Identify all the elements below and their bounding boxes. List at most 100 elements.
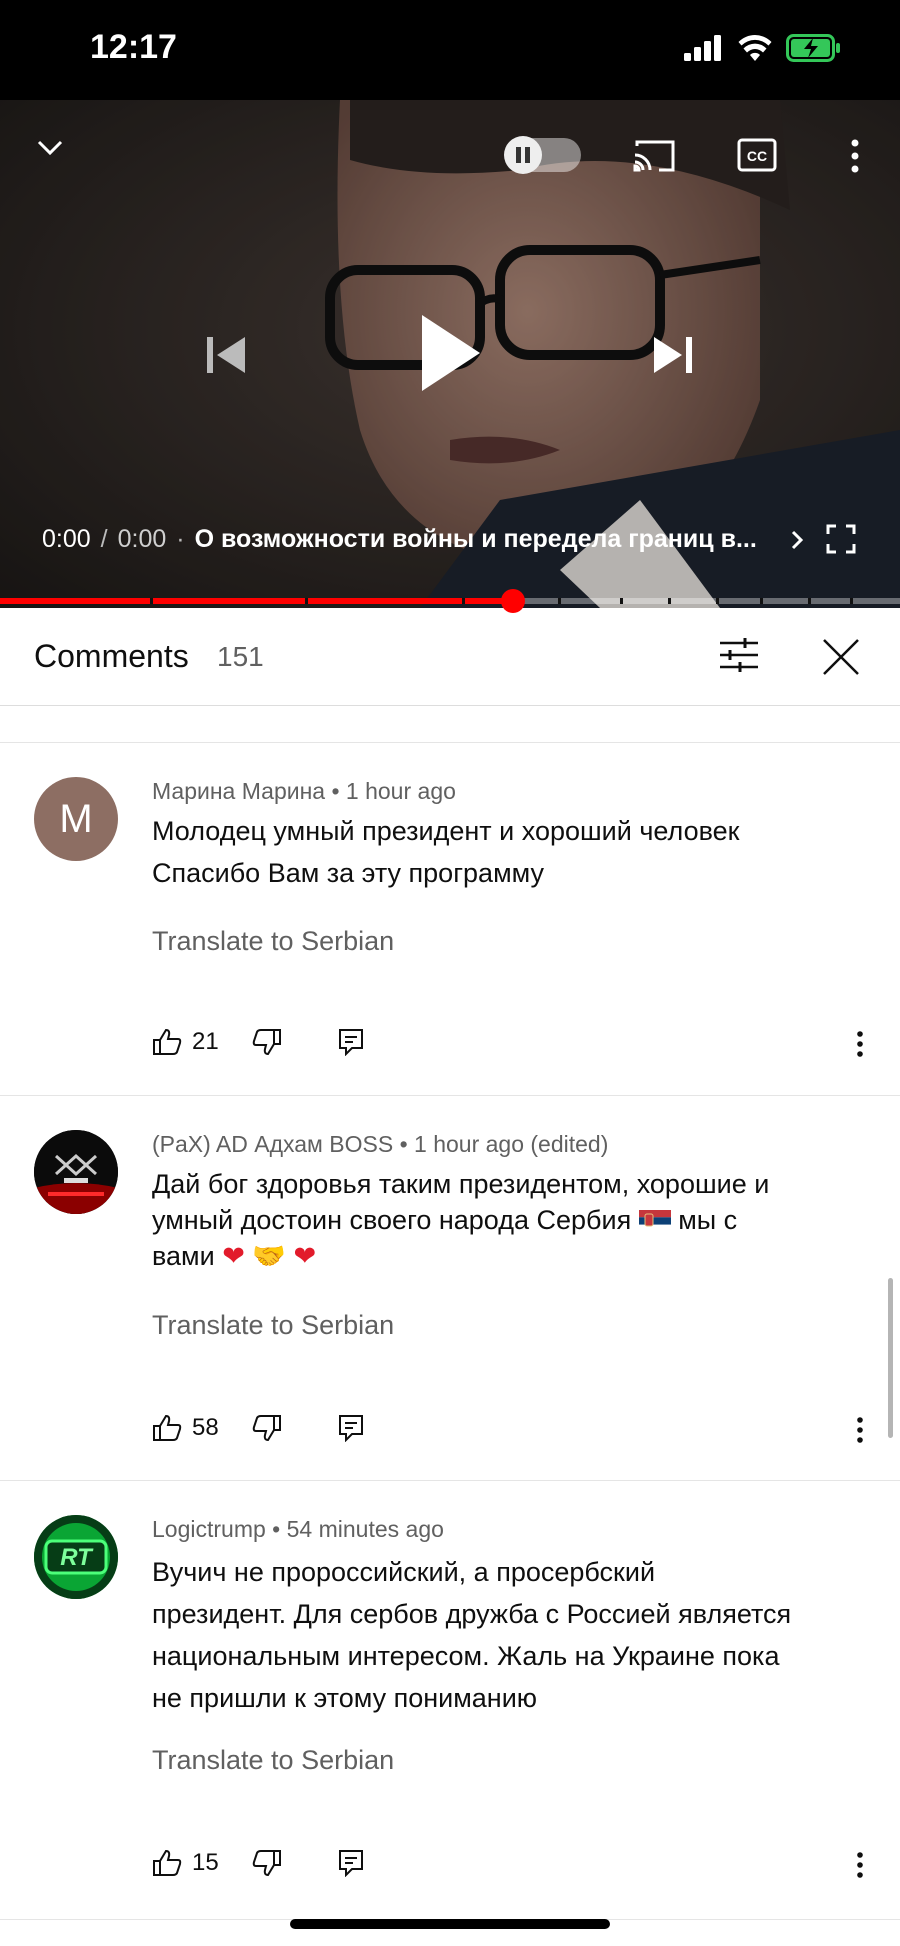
thumbs-up-icon	[153, 1849, 182, 1876]
avatar-letter: M	[59, 796, 93, 841]
chapter-marker	[620, 598, 623, 604]
play-icon[interactable]	[418, 313, 482, 393]
heart-emoji: ❤	[293, 1241, 317, 1271]
comment-more-icon[interactable]	[855, 1417, 865, 1443]
thumbs-down-icon[interactable]	[252, 1414, 282, 1442]
comment-more-icon[interactable]	[855, 1852, 865, 1878]
comment-line-part: мы с	[670, 1205, 738, 1235]
time-separator: /	[100, 525, 108, 553]
chapter-marker	[558, 598, 561, 604]
next-icon[interactable]	[652, 333, 694, 377]
video-title[interactable]: О возможности войны и передела границ в.…	[195, 525, 780, 554]
progress-fill	[0, 598, 513, 604]
comment-line: не пришли к этому пониманию	[152, 1683, 538, 1713]
video-player[interactable]: CC 0:00 / 0:00 · О возможности войны и п…	[0, 100, 900, 608]
player-time-row: 0:00 / 0:00 · О возможности войны и пере…	[42, 525, 804, 554]
avatar[interactable]	[34, 1130, 118, 1214]
comment-line-part: вами	[152, 1241, 223, 1271]
avatar[interactable]: M	[34, 777, 118, 861]
reply-icon[interactable]	[338, 1849, 364, 1877]
like-button[interactable]: 58	[152, 1414, 252, 1442]
like-count: 21	[192, 1028, 219, 1055]
like-button[interactable]: 21	[152, 1028, 252, 1056]
comment-actions: 15	[152, 1849, 364, 1877]
handshake-emoji: 🤝	[252, 1241, 286, 1271]
comment-line: Дай бог здоровья таким президентом, хоро…	[152, 1169, 770, 1199]
chapter-marker	[150, 598, 153, 604]
previous-icon[interactable]	[205, 333, 247, 377]
wifi-icon	[738, 35, 772, 61]
comment-item: RT Logictrump • 54 minutes ago Вучич не …	[0, 1481, 900, 1920]
chapter-marker	[850, 598, 853, 604]
like-button[interactable]: 15	[152, 1849, 252, 1877]
comment-author[interactable]: Logictrump	[152, 1516, 266, 1542]
thumbs-up-icon	[153, 1028, 182, 1055]
serbia-flag-icon	[638, 1210, 671, 1232]
comment-line-part: умный достоин своего народа Сербия	[152, 1205, 639, 1235]
thumbs-down-icon[interactable]	[252, 1849, 282, 1877]
comment-time: 1 hour ago	[345, 778, 456, 804]
reply-icon[interactable]	[338, 1028, 364, 1056]
comment-actions: 58	[152, 1414, 364, 1442]
translate-link[interactable]: Translate to Serbian	[152, 926, 394, 957]
avatar-logo	[34, 1130, 118, 1214]
duration: 0:00	[117, 525, 167, 553]
avatar[interactable]: RT	[34, 1515, 118, 1599]
avatar-logo: RT	[34, 1515, 118, 1599]
comment-meta: Марина Марина • 1 hour ago	[152, 778, 456, 805]
comment-text: Дай бог здоровья таким президентом, хоро…	[152, 1166, 852, 1274]
avatar-text: RT	[60, 1544, 94, 1571]
comment-line: вами ❤ 🤝 ❤	[152, 1238, 852, 1274]
comments-count: 151	[217, 641, 264, 672]
chapter-marker	[716, 598, 719, 604]
battery-icon	[786, 34, 840, 62]
comment-author[interactable]: (PaX) AD Адхам BOSS	[152, 1131, 393, 1157]
chapter-marker	[760, 598, 763, 604]
meta-dot: •	[272, 1516, 287, 1542]
home-indicator[interactable]	[290, 1919, 610, 1929]
comment-more-icon[interactable]	[855, 1031, 865, 1057]
comments-header: Comments 151	[0, 608, 900, 706]
status-bar: 12:17	[0, 0, 900, 100]
comment-author[interactable]: Марина Марина	[152, 778, 325, 804]
comment-line: президент. Для сербов дружба с Россией я…	[152, 1599, 792, 1629]
meta-dot: •	[331, 778, 346, 804]
like-count: 15	[192, 1849, 219, 1876]
signal-icon	[684, 35, 721, 61]
svg-text:CC: CC	[747, 148, 767, 164]
heart-emoji: ❤	[222, 1241, 245, 1271]
comment-divider	[0, 706, 900, 743]
current-time: 0:00	[42, 525, 91, 553]
comment-meta: Logictrump • 54 minutes ago	[152, 1516, 444, 1543]
fullscreen-icon[interactable]	[826, 524, 856, 554]
comments-title: Comments	[34, 638, 189, 674]
like-count: 58	[192, 1414, 219, 1441]
comment-text: Молодец умный президент и хороший челове…	[152, 813, 852, 891]
title-separator: ·	[176, 525, 185, 553]
autoplay-pause-icon	[504, 136, 542, 174]
chapter-marker	[668, 598, 671, 604]
comment-item: (PaX) AD Адхам BOSS • 1 hour ago (edited…	[0, 1096, 900, 1481]
thumbs-down-icon[interactable]	[252, 1028, 282, 1056]
status-icons	[684, 34, 842, 62]
comment-time: 54 minutes ago	[286, 1516, 444, 1542]
chapter-marker	[462, 598, 465, 604]
filter-sliders-icon[interactable]	[718, 636, 760, 674]
comment-item: M Марина Марина • 1 hour ago Молодец умн…	[0, 743, 900, 1096]
chevron-down-icon[interactable]	[36, 138, 64, 158]
more-icon[interactable]	[850, 138, 860, 174]
translate-link[interactable]: Translate to Serbian	[152, 1745, 394, 1776]
scrollbar[interactable]	[888, 1278, 893, 1438]
cast-icon[interactable]	[633, 138, 677, 174]
reply-icon[interactable]	[338, 1414, 364, 1442]
close-icon[interactable]	[822, 638, 860, 676]
chapter-marker	[808, 598, 811, 604]
chevron-right-icon[interactable]	[790, 529, 804, 551]
meta-dot: •	[399, 1131, 415, 1157]
captions-icon[interactable]: CC	[737, 138, 777, 172]
status-time: 12:17	[90, 28, 177, 66]
autoplay-toggle[interactable]	[504, 136, 581, 174]
comment-line: Молодец умный президент и хороший челове…	[152, 816, 740, 846]
comment-meta: (PaX) AD Адхам BOSS • 1 hour ago (edited…	[152, 1131, 608, 1158]
translate-link[interactable]: Translate to Serbian	[152, 1310, 394, 1341]
